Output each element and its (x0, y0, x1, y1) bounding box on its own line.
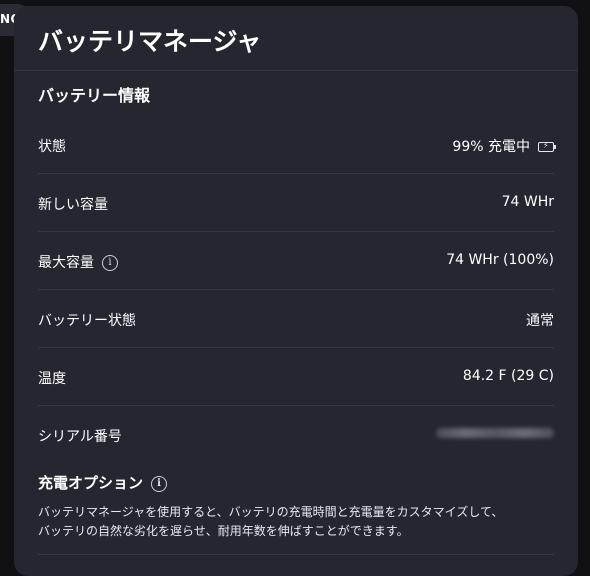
title-divider (14, 70, 578, 71)
serial-number-redacted (436, 428, 554, 438)
row-serial-number: シリアル番号 (38, 405, 554, 463)
page-title: バッテリマネージャ (38, 27, 262, 56)
charge-options-heading: 充電オプション i (38, 472, 168, 493)
charge-options-description: バッテリマネージャを使用すると、バッテリの充電時間と充電量をカスタマイズして、 … (38, 503, 508, 541)
status-label: 状態 (38, 139, 66, 155)
row-new-capacity: 新しい容量 74 WHr (38, 173, 554, 232)
row-status: 状態 99% 充電中 ⚡ (38, 115, 556, 174)
new-capacity-value: 74 WHr (501, 194, 554, 210)
battery-condition-value: 通常 (526, 313, 554, 329)
serial-number-value (436, 426, 554, 442)
battery-manager-panel: バッテリマネージャ バッテリー情報 状態 99% 充電中 ⚡ 新しい容量 74 W… (14, 6, 578, 576)
battery-condition-label: バッテリー状態 (38, 313, 136, 329)
max-capacity-label-text: 最大容量 (38, 255, 94, 271)
row-temperature: 温度 84.2 F (29 C) (38, 347, 554, 406)
serial-number-label: シリアル番号 (38, 429, 122, 445)
status-value-text: 99% 充電中 (452, 139, 530, 155)
battery-info-heading: バッテリー情報 (38, 86, 151, 105)
charge-options-description-line-1: バッテリマネージャを使用すると、バッテリの充電時間と充電量をカスタマイズして、 (38, 505, 504, 519)
info-circle-icon[interactable]: i (151, 475, 168, 492)
status-value: 99% 充電中 ⚡ (452, 136, 556, 156)
charge-options-description-line-2: バッテリの自然な劣化を遅らせ、耐用年数を伸ばすことができます。 (38, 524, 409, 538)
charge-options-heading-text: 充電オプション (38, 474, 144, 492)
temperature-label: 温度 (38, 371, 66, 387)
new-capacity-label: 新しい容量 (38, 197, 108, 213)
info-circle-icon[interactable]: i (102, 255, 118, 271)
row-max-capacity: 最大容量 i 74 WHr (100%) (38, 231, 554, 290)
temperature-value: 84.2 F (29 C) (462, 368, 554, 384)
bottom-divider (38, 554, 554, 555)
max-capacity-label: 最大容量 i (38, 252, 118, 272)
row-battery-condition: バッテリー状態 通常 (38, 289, 554, 348)
battery-charging-icon: ⚡ (538, 142, 556, 152)
max-capacity-value: 74 WHr (100%) (446, 252, 554, 268)
